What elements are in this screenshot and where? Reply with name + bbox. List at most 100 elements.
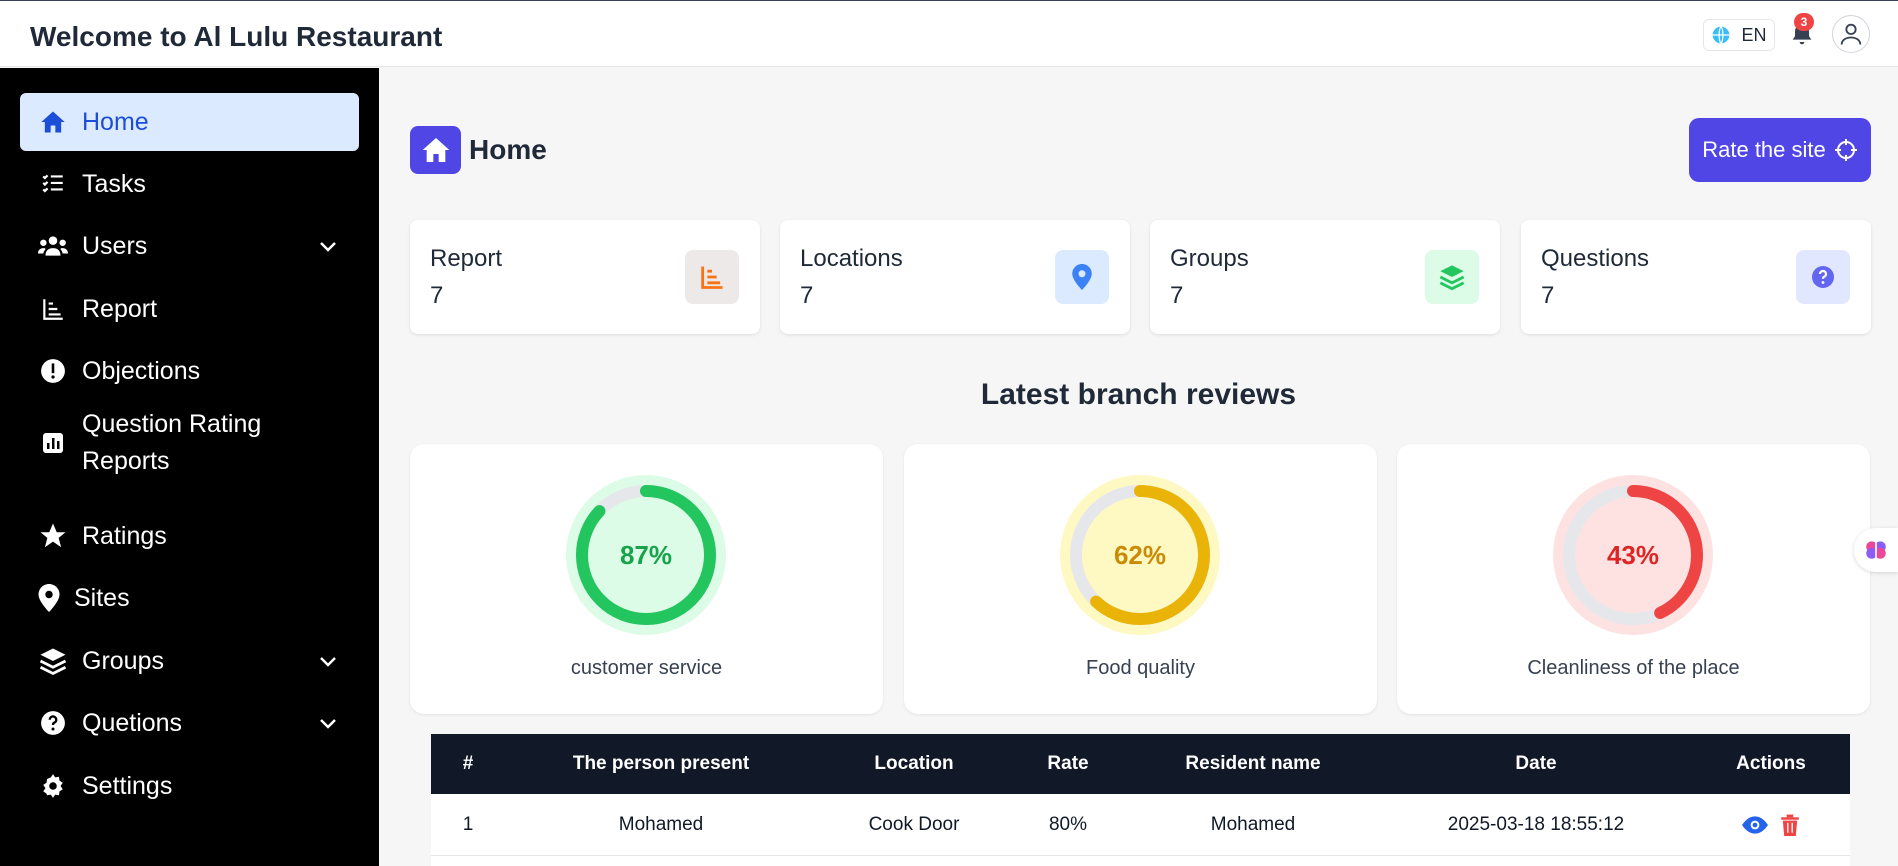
sidebar-item-settings[interactable]: Settings <box>20 757 359 815</box>
user-avatar[interactable] <box>1832 15 1870 53</box>
layers-icon <box>38 646 68 676</box>
stat-label: Locations <box>800 245 903 272</box>
page-title: Home <box>469 134 547 165</box>
stat-value: 7 <box>1170 282 1184 309</box>
column-header[interactable]: # <box>463 734 474 794</box>
stat-value: 7 <box>1541 282 1555 309</box>
review-card-cleanliness: 43% Cleanliness of the place <box>1397 444 1870 714</box>
question-icon <box>38 708 68 738</box>
sidebar-item-report[interactable]: Report <box>20 280 359 338</box>
chart-icon <box>38 428 68 458</box>
layers-icon <box>1425 250 1479 304</box>
review-card-customer-service: 87% customer service <box>410 444 883 714</box>
page-home-badge <box>410 126 461 174</box>
home-icon <box>38 107 68 137</box>
sidebar-item-question-rating-reports[interactable]: Question Rating Reports <box>20 404 359 482</box>
chevron-down-icon[interactable] <box>313 708 343 738</box>
sidebar-item-label: Sites <box>74 583 130 612</box>
map-pin-icon <box>34 583 64 613</box>
report-icon <box>38 294 68 324</box>
sidebar-item-label: Ratings <box>82 521 167 550</box>
sidebar: Home Tasks Users Report Objections Quest… <box>0 68 379 866</box>
sidebar-item-sites[interactable]: Sites <box>20 569 359 627</box>
cell-person: Mohamed <box>618 814 704 835</box>
table-row: 1 Mohamed Cook Door 80% Mohamed 2025-03-… <box>431 794 1850 856</box>
brain-icon <box>1866 541 1886 559</box>
stat-value: 7 <box>430 282 444 309</box>
review-gauge: 87% <box>566 475 726 635</box>
exclamation-icon <box>38 356 68 386</box>
review-label: customer service <box>570 657 723 679</box>
sidebar-item-label: Settings <box>82 771 173 800</box>
sidebar-item-label: Users <box>82 231 148 260</box>
ai-assistant-button[interactable] <box>1854 528 1898 572</box>
review-card-food-quality: 62% Food quality <box>904 444 1377 714</box>
chevron-down-icon[interactable] <box>313 646 343 676</box>
sidebar-item-label: Quetions <box>82 708 183 737</box>
review-percent: 62% <box>1114 540 1166 570</box>
sidebar-item-label: Groups <box>82 646 164 675</box>
crosshair-icon <box>1834 139 1857 161</box>
sidebar-item-label: Question Rating Reports <box>82 410 262 475</box>
stat-card-groups[interactable]: Groups 7 <box>1150 220 1500 334</box>
tasks-icon <box>38 169 68 199</box>
stat-label: Groups <box>1170 245 1249 272</box>
column-header[interactable]: Date <box>1515 734 1556 794</box>
row-actions <box>1742 794 1800 856</box>
cell-index: 1 <box>462 814 474 835</box>
globe-icon <box>1713 26 1730 44</box>
stat-card-questions[interactable]: Questions 7 <box>1521 220 1871 334</box>
cell-rate: 80% <box>1048 814 1088 835</box>
column-header[interactable]: Location <box>874 734 953 794</box>
column-header: Actions <box>1736 753 1806 774</box>
review-gauge: 62% <box>1060 475 1220 635</box>
column-header[interactable]: Rate <box>1047 734 1088 794</box>
review-percent: 87% <box>620 540 672 570</box>
rate-site-button[interactable]: Rate the site <box>1689 118 1871 182</box>
map-pin-icon <box>1055 250 1109 304</box>
star-icon <box>38 521 68 551</box>
reviews-title: Latest branch reviews <box>980 378 1297 411</box>
reviews-table: # The person present Location Rate Resid… <box>431 734 1850 866</box>
users-icon <box>38 231 68 261</box>
stat-value: 7 <box>800 282 814 309</box>
top-bar: Welcome to Al Lulu Restaurant EN 3 <box>0 0 1898 67</box>
stat-card-locations[interactable]: Locations 7 <box>780 220 1130 334</box>
sidebar-item-label: Tasks <box>82 169 146 198</box>
sidebar-item-users[interactable]: Users <box>20 217 359 275</box>
stat-label: Report <box>430 245 503 272</box>
cell-resident: Mohamed <box>1210 814 1296 835</box>
review-label: Cleanliness of the place <box>1527 657 1740 679</box>
cell-date: 2025-03-18 18:55:12 <box>1447 814 1625 835</box>
notification-badge: 3 <box>1794 13 1814 31</box>
sidebar-item-objections[interactable]: Objections <box>20 342 359 400</box>
review-gauge: 43% <box>1553 475 1713 635</box>
home-icon <box>422 138 449 162</box>
language-switcher[interactable]: EN <box>1703 19 1775 51</box>
app-title: Welcome to Al Lulu Restaurant <box>30 21 443 52</box>
sidebar-item-label: Objections <box>82 356 201 385</box>
sidebar-item-ratings[interactable]: Ratings <box>20 507 359 565</box>
sidebar-item-quetions[interactable]: Quetions <box>20 694 359 752</box>
report-icon <box>685 250 739 304</box>
table-header: # The person present Location Rate Resid… <box>431 734 1850 794</box>
sidebar-item-label: Home <box>82 107 149 136</box>
cell-location: Cook Door <box>868 814 960 835</box>
stat-label: Questions <box>1541 245 1650 272</box>
trash-icon[interactable] <box>1780 814 1800 836</box>
question-icon <box>1796 250 1850 304</box>
stat-card-report[interactable]: Report 7 <box>410 220 760 334</box>
sidebar-item-label: Report <box>82 294 158 323</box>
sidebar-item-home[interactable]: Home <box>20 93 359 151</box>
user-icon <box>1840 23 1862 45</box>
sidebar-item-groups[interactable]: Groups <box>20 632 359 690</box>
column-header[interactable]: Resident name <box>1185 734 1320 794</box>
review-percent: 43% <box>1607 540 1659 570</box>
gear-icon <box>38 771 68 801</box>
sidebar-item-tasks[interactable]: Tasks <box>20 155 359 213</box>
column-header[interactable]: The person present <box>573 734 749 794</box>
language-label: EN <box>1741 24 1767 45</box>
chevron-down-icon[interactable] <box>313 231 343 261</box>
eye-icon[interactable] <box>1742 815 1768 835</box>
review-label: Food quality <box>1086 657 1195 679</box>
